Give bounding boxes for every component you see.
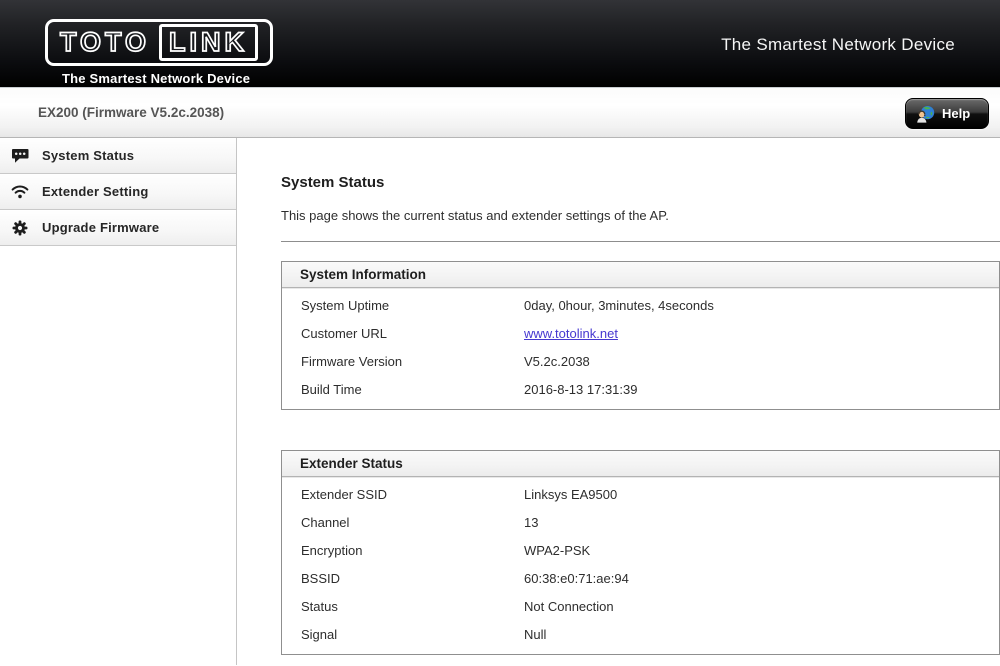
logo-link-text: LINK — [169, 27, 248, 57]
row-value: 2016-8-13 17:31:39 — [524, 382, 637, 397]
logo-tagline: The Smartest Network Device — [62, 71, 273, 86]
device-firmware-title: EX200 (Firmware V5.2c.2038) — [38, 88, 224, 137]
router-admin-page: TOTO LINK The Smartest Network Device Th… — [0, 0, 1000, 666]
table-row: Signal Null — [282, 620, 999, 648]
row-label: System Uptime — [282, 298, 524, 313]
extender-status-panel: Extender Status Extender SSID Linksys EA… — [281, 450, 1000, 655]
logo-toto-text: TOTO — [60, 27, 150, 58]
page-title: System Status — [281, 174, 1000, 192]
panel-body: System Uptime 0day, 0hour, 3minutes, 4se… — [282, 288, 999, 409]
chat-bubble-icon — [11, 147, 29, 164]
page-description: This page shows the current status and e… — [281, 208, 1000, 224]
row-label: Firmware Version — [282, 354, 524, 369]
content-area: System Status This page shows the curren… — [237, 138, 1000, 665]
sidebar-item-system-status[interactable]: System Status — [0, 138, 236, 174]
wifi-icon — [11, 183, 29, 200]
sidebar-item-label: Upgrade Firmware — [42, 220, 159, 235]
panel-title: System Information — [282, 262, 999, 288]
row-label: Signal — [282, 627, 524, 642]
top-header: TOTO LINK The Smartest Network Device Th… — [0, 0, 1000, 88]
customer-url-link[interactable]: www.totolink.net — [524, 326, 618, 341]
sidebar-item-upgrade-firmware[interactable]: Upgrade Firmware — [0, 210, 236, 246]
row-label: Extender SSID — [282, 487, 524, 502]
table-row: Firmware Version V5.2c.2038 — [282, 347, 999, 375]
row-value: Not Connection — [524, 599, 614, 614]
row-label: Build Time — [282, 382, 524, 397]
row-value: 0day, 0hour, 3minutes, 4seconds — [524, 298, 714, 313]
totolink-logo: TOTO LINK — [45, 19, 273, 66]
table-row: System Uptime 0day, 0hour, 3minutes, 4se… — [282, 291, 999, 319]
row-value: Null — [524, 627, 546, 642]
row-value: Linksys EA9500 — [524, 487, 617, 502]
sidebar-item-label: System Status — [42, 148, 134, 163]
row-label: Encryption — [282, 543, 524, 558]
table-row: Customer URL www.totolink.net — [282, 319, 999, 347]
row-value: 13 — [524, 515, 538, 530]
brand-logo: TOTO LINK The Smartest Network Device — [45, 19, 273, 86]
panel-title: Extender Status — [282, 451, 999, 477]
table-row: Encryption WPA2-PSK — [282, 536, 999, 564]
row-label: Channel — [282, 515, 524, 530]
row-label: BSSID — [282, 571, 524, 586]
sidebar-item-label: Extender Setting — [42, 184, 149, 199]
sidebar-nav: System Status Extender Setting — [0, 138, 237, 665]
row-value: 60:38:e0:71:ae:94 — [524, 571, 629, 586]
row-label: Status — [282, 599, 524, 614]
logo-link-box: LINK — [159, 24, 258, 61]
table-row: Status Not Connection — [282, 592, 999, 620]
table-row: BSSID 60:38:e0:71:ae:94 — [282, 564, 999, 592]
gear-icon — [11, 219, 29, 236]
header-tagline: The Smartest Network Device — [721, 35, 955, 55]
help-button[interactable]: Help — [905, 98, 989, 129]
table-row: Build Time 2016-8-13 17:31:39 — [282, 375, 999, 403]
help-button-label: Help — [942, 106, 970, 121]
row-value: V5.2c.2038 — [524, 354, 590, 369]
divider-rule — [281, 241, 1000, 242]
sidebar-item-extender-setting[interactable]: Extender Setting — [0, 174, 236, 210]
row-value: WPA2-PSK — [524, 543, 590, 558]
main-area: System Status Extender Setting — [0, 138, 1000, 665]
help-globe-person-icon — [915, 104, 935, 124]
row-label: Customer URL — [282, 326, 524, 341]
sub-header: EX200 (Firmware V5.2c.2038) Help — [0, 88, 1000, 138]
table-row: Channel 13 — [282, 508, 999, 536]
system-information-panel: System Information System Uptime 0day, 0… — [281, 261, 1000, 410]
table-row: Extender SSID Linksys EA9500 — [282, 480, 999, 508]
panel-body: Extender SSID Linksys EA9500 Channel 13 … — [282, 477, 999, 654]
